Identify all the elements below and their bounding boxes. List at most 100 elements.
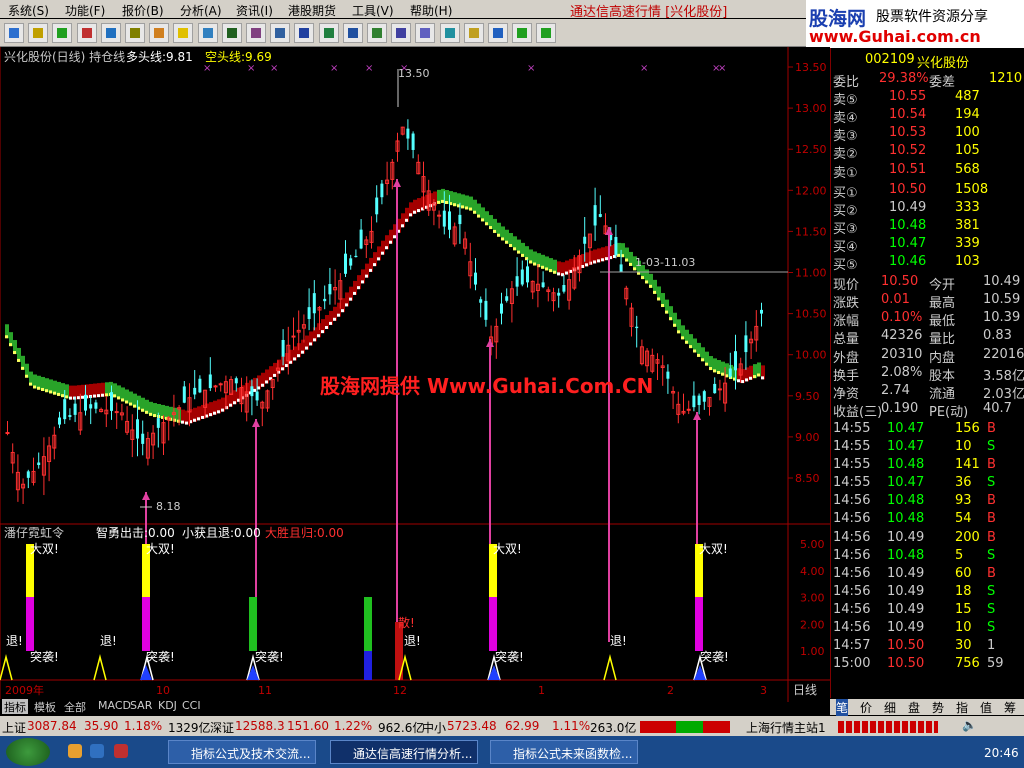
stat-value: 2.74	[881, 382, 910, 398]
quote-tab-3[interactable]: 盘	[908, 699, 920, 716]
holding-dot	[149, 412, 152, 416]
message-icon[interactable]	[270, 23, 291, 43]
holding-dot	[513, 247, 516, 251]
quote-tab-6[interactable]: 值	[980, 699, 992, 716]
down-arrow-icon[interactable]	[536, 23, 557, 43]
holding-dot	[77, 396, 80, 400]
tick-volume: 141	[955, 457, 980, 473]
menu-help[interactable]: 帮助(H)	[410, 2, 452, 19]
menu-function[interactable]: 功能(F)	[65, 2, 105, 19]
rsi-icon[interactable]	[342, 23, 363, 43]
quicklaunch-icon[interactable]	[68, 744, 82, 758]
board-icon[interactable]	[221, 23, 242, 43]
link-icon[interactable]	[415, 23, 436, 43]
quote-tab-1[interactable]: 价	[860, 699, 872, 716]
start-button[interactable]	[6, 738, 50, 766]
folder-icon[interactable]	[149, 23, 170, 43]
taskbar-item-2[interactable]: 通达信高速行情分析...	[330, 740, 478, 764]
tick-side: B	[987, 420, 996, 436]
star-icon[interactable]	[173, 23, 194, 43]
line-chart-icon[interactable]	[52, 23, 73, 43]
quote-tab-2[interactable]: 细	[884, 699, 896, 716]
quote-tab-4[interactable]: 势	[932, 699, 944, 716]
holding-dot	[469, 207, 472, 211]
time-tick-label: 3	[760, 684, 767, 697]
holding-dot	[185, 421, 188, 425]
candle-body	[375, 197, 379, 215]
up-arrow-icon[interactable]	[512, 23, 533, 43]
holding-dot	[629, 262, 632, 266]
buy-row: 买② 10.49 333	[831, 199, 1024, 219]
tab-2[interactable]: 全部	[62, 699, 88, 714]
holding-dot	[477, 214, 480, 218]
holding-dot	[489, 226, 492, 230]
menu-analysis[interactable]: 分析(A)	[180, 2, 222, 19]
chart-area[interactable]: × × × × × × × × ×× 大双! 大双! 大双! 大双!退! 退! 退! 退!突袭! 突袭! 突袭!…	[0, 47, 830, 702]
speaker-icon[interactable]: 🔈	[962, 718, 977, 732]
stat-value: 2.08%	[881, 364, 923, 380]
candle-body	[458, 214, 462, 225]
quote-tab-7[interactable]: 筹	[1004, 699, 1016, 716]
volume-icon[interactable]	[76, 23, 97, 43]
signal-x-mark: ×	[527, 63, 535, 74]
tab-4[interactable]: SAR	[128, 699, 154, 714]
price-tick-label: 11.00	[795, 267, 827, 280]
menu-system[interactable]: 系统(S)	[8, 2, 49, 19]
grid-icon[interactable]	[4, 23, 24, 43]
holding-dot	[501, 237, 504, 241]
holding-dot	[181, 420, 184, 424]
tab-0[interactable]: 指标	[2, 699, 28, 714]
holding-dot	[117, 396, 120, 400]
buy-price: 10.50	[889, 181, 927, 197]
holding-dot	[153, 414, 156, 418]
tick-volume: 60	[955, 565, 972, 581]
sell-row: 卖④ 10.54 194	[831, 106, 1024, 126]
candle-body	[479, 299, 483, 303]
tick-volume: 93	[955, 493, 972, 509]
pencil-icon[interactable]	[463, 23, 484, 43]
stat-value: 10.50	[881, 274, 919, 290]
holding-dot	[333, 317, 336, 321]
ie-icon[interactable]	[90, 744, 104, 758]
app-icon[interactable]	[114, 744, 128, 758]
bars-icon[interactable]	[125, 23, 145, 43]
exe-icon[interactable]	[294, 23, 315, 43]
move-icon[interactable]	[488, 23, 508, 43]
candle-body	[437, 214, 442, 217]
holding-dot	[209, 413, 212, 417]
menu-quote[interactable]: 报价(B)	[122, 2, 164, 19]
menu-news[interactable]: 资讯(I)	[236, 2, 273, 19]
holding-dot	[649, 284, 652, 288]
people-icon[interactable]	[197, 23, 218, 43]
candle-body	[744, 335, 748, 353]
quote-tab-0[interactable]: 笔	[836, 699, 849, 716]
quote-tab-5[interactable]: 指	[956, 699, 968, 716]
server-station[interactable]: 上海行情主站1	[746, 719, 826, 736]
chart-icon[interactable]	[246, 23, 266, 43]
enter-icon[interactable]	[439, 23, 460, 43]
refresh-icon[interactable]	[367, 23, 387, 43]
list-icon[interactable]	[100, 23, 121, 43]
tab-5[interactable]: KDJ	[156, 699, 179, 714]
table-icon[interactable]	[28, 23, 49, 43]
taskbar-item-1[interactable]: 指标公式及技术交流...	[168, 740, 316, 764]
holding-dot	[5, 335, 8, 339]
chart2-icon[interactable]	[391, 23, 412, 43]
tick-time: 14:56	[833, 493, 871, 509]
menu-hk-futures[interactable]: 港股期货	[288, 2, 336, 19]
taskbar-item-3[interactable]: 指标公式未来函数检...	[490, 740, 638, 764]
holding-dot	[313, 338, 316, 342]
tab-1[interactable]: 模板	[32, 699, 58, 714]
tick-side: S	[987, 475, 996, 491]
low-marker: 8.18	[156, 500, 181, 513]
menu-tools[interactable]: 工具(V)	[352, 2, 394, 19]
tab-6[interactable]: CCI	[180, 699, 203, 714]
excel-icon[interactable]	[318, 23, 339, 43]
holding-dot	[653, 290, 656, 294]
candle-body	[411, 133, 415, 150]
holding-dot	[393, 235, 396, 239]
short-line-label: 空头线:9.69	[205, 50, 272, 64]
holding-dot	[281, 367, 284, 371]
holding-dot	[37, 386, 40, 390]
price-tick-label: 12.00	[795, 184, 827, 197]
